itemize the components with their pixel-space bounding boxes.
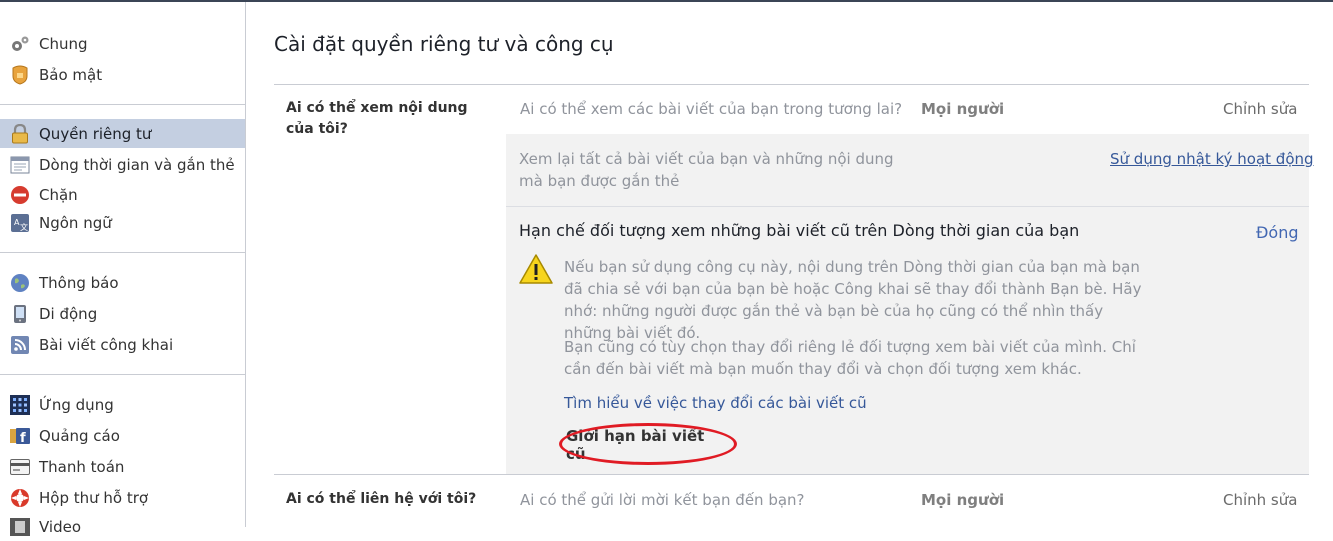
sidebar-item-apps[interactable]: Ứng dụng: [0, 390, 245, 419]
sidebar-divider: [0, 374, 245, 375]
timeline-icon: [9, 154, 31, 176]
credit-card-icon: [9, 456, 31, 478]
svg-text:f: f: [20, 431, 26, 446]
sidebar-item-label: Bài viết công khai: [39, 335, 174, 354]
sidebar-item-mobile[interactable]: Di động: [0, 299, 245, 328]
sidebar-divider: [0, 252, 245, 253]
sidebar-item-label: Bảo mật: [39, 65, 103, 84]
sidebar-item-label: Di động: [39, 304, 98, 323]
learn-more-link[interactable]: Tìm hiểu về việc thay đổi các bài viết c…: [564, 394, 867, 412]
sidebar-item-general[interactable]: Chung: [0, 29, 245, 58]
svg-text:文: 文: [20, 222, 28, 232]
edit-friend-requests-link[interactable]: Chỉnh sửa: [1223, 491, 1297, 509]
sidebar-item-public-posts[interactable]: Bài viết công khai: [0, 330, 245, 359]
settings-main: Cài đặt quyền riêng tư và công cụ Ai có …: [274, 0, 1314, 527]
shield-badge-icon: [9, 64, 31, 86]
sidebar-item-notifications[interactable]: Thông báo: [0, 268, 245, 297]
activity-log-link[interactable]: Sử dụng nhật ký hoạt động: [1110, 148, 1314, 170]
edit-future-posts-link[interactable]: Chỉnh sửa: [1223, 100, 1297, 118]
limit-note-text: Bạn cũng có tùy chọn thay đổi riêng lẻ đ…: [564, 338, 1136, 378]
lifebuoy-icon: [9, 487, 31, 509]
sidebar-item-payments[interactable]: Thanh toán: [0, 452, 245, 481]
limit-warning-text: Nếu bạn sử dụng công cụ này, nội dung tr…: [564, 258, 1142, 342]
highlight-oval: [559, 423, 737, 465]
friend-requests-question: Ai có thể gửi lời mời kết bạn đến bạn?: [520, 491, 805, 509]
privacy-tools-panel: Xem lại tất cả bài viết của bạn và những…: [506, 134, 1314, 474]
sidebar-item-label: Dòng thời gian và gắn thẻ: [39, 155, 235, 174]
rss-icon: [9, 334, 31, 356]
sidebar-divider: [0, 104, 245, 105]
language-icon: A文: [9, 212, 31, 234]
sidebar-item-support-inbox[interactable]: Hộp thư hỗ trợ: [0, 483, 245, 512]
future-posts-audience: Mọi người: [921, 100, 1005, 118]
block-icon: [9, 184, 31, 206]
friend-requests-audience: Mọi người: [921, 491, 1005, 509]
section-label-who-can-contact: Ai có thể liên hệ với tôi?: [286, 491, 477, 507]
sidebar-item-blocking[interactable]: Chặn: [0, 180, 245, 209]
sidebar-item-security[interactable]: Bảo mật: [0, 60, 245, 89]
facebook-ads-icon: f: [9, 425, 31, 447]
sidebar-item-label: Thanh toán: [39, 457, 125, 476]
section-label-who-can-see: Ai có thể xem nội dung của tôi?: [286, 100, 468, 137]
sidebar-item-label: Ứng dụng: [39, 395, 114, 414]
section-divider: [274, 84, 1309, 85]
sidebar-item-privacy[interactable]: Quyền riêng tư: [0, 119, 245, 148]
sidebar-item-label: Chung: [39, 34, 88, 53]
padlock-icon: [9, 123, 31, 145]
page-title: Cài đặt quyền riêng tư và công cụ: [274, 32, 614, 56]
gears-icon: [9, 33, 31, 55]
warning-icon: [519, 253, 553, 285]
sidebar-item-timeline-tagging[interactable]: Dòng thời gian và gắn thẻ: [0, 150, 245, 179]
sidebar-item-label: Ngôn ngữ: [39, 213, 112, 232]
review-posts-text: Xem lại tất cả bài viết của bạn và những…: [519, 150, 894, 190]
apps-icon: [9, 394, 31, 416]
sidebar-item-label: Quảng cáo: [39, 426, 120, 445]
future-posts-question: Ai có thể xem các bài viết của bạn trong…: [520, 100, 903, 118]
section-divider: [274, 474, 1309, 475]
sidebar-item-label: Chặn: [39, 185, 78, 204]
globe-icon: [9, 272, 31, 294]
sidebar-item-ads[interactable]: f Quảng cáo: [0, 421, 245, 450]
sidebar-item-label: Hộp thư hỗ trợ: [39, 488, 149, 507]
limit-old-posts-title: Hạn chế đối tượng xem những bài viết cũ …: [519, 221, 1080, 240]
sidebar-item-label: Thông báo: [39, 273, 119, 292]
settings-sidebar: Chung Bảo mật Quyền riêng tư Dòng thời g…: [0, 2, 246, 536]
close-limit-panel-link[interactable]: Đóng: [1256, 223, 1298, 242]
sidebar-item-label: Quyền riêng tư: [39, 124, 152, 143]
sidebar-item-language[interactable]: A文 Ngôn ngữ: [0, 208, 245, 237]
panel-divider: [506, 206, 1309, 207]
mobile-icon: [9, 303, 31, 325]
